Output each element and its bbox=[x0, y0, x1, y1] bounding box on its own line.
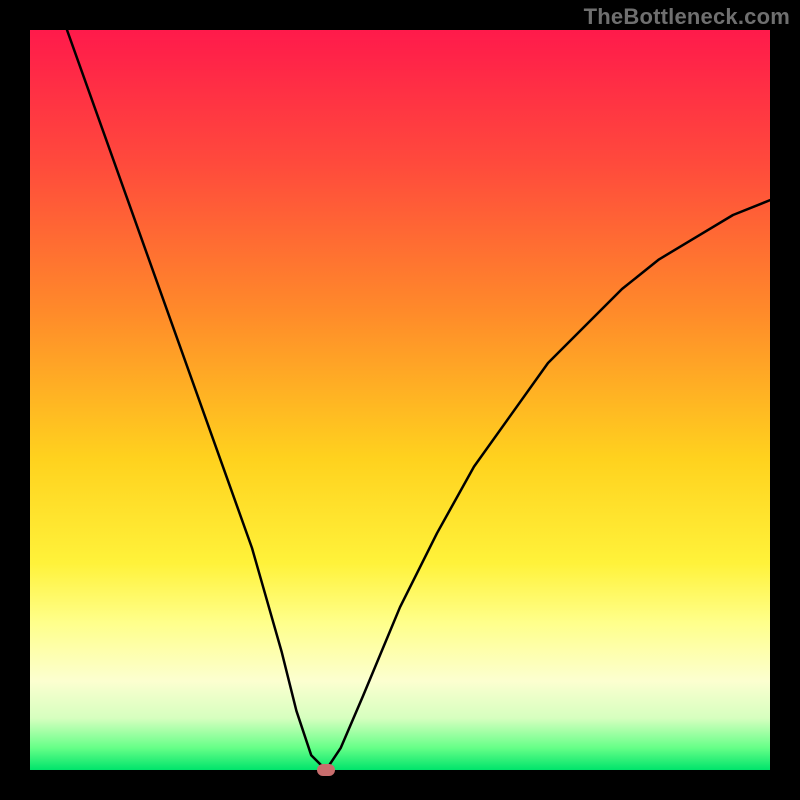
chart-frame: TheBottleneck.com bbox=[0, 0, 800, 800]
bottleneck-curve bbox=[30, 30, 770, 770]
watermark-text: TheBottleneck.com bbox=[584, 4, 790, 30]
optimal-point-marker bbox=[317, 764, 335, 776]
plot-area bbox=[30, 30, 770, 770]
